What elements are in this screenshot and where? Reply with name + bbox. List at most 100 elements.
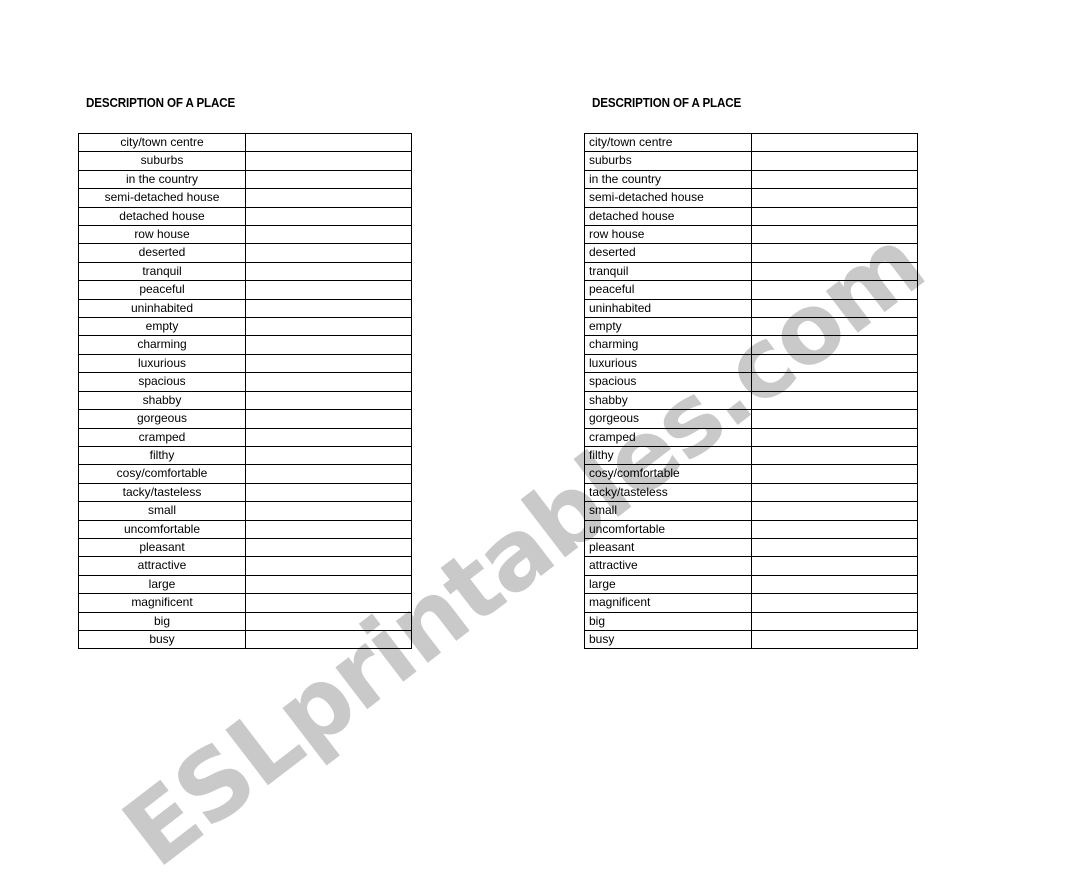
vocabulary-term-cell: tranquil [584, 261, 752, 282]
vocabulary-answer-cell[interactable] [751, 611, 918, 631]
vocabulary-answer-cell[interactable] [751, 317, 918, 337]
table-row: city/town centre [584, 132, 918, 153]
vocabulary-answer-cell[interactable] [751, 482, 918, 503]
vocabulary-answer-cell[interactable] [245, 188, 412, 208]
table-row: detached house [584, 206, 918, 227]
vocabulary-term-cell: busy [584, 629, 752, 650]
table-row: tacky/tasteless [78, 482, 412, 503]
table-row: shabby [584, 390, 918, 411]
vocabulary-answer-cell[interactable] [751, 629, 918, 650]
vocabulary-answer-cell[interactable] [751, 298, 918, 319]
vocabulary-answer-cell[interactable] [245, 556, 412, 576]
table-row: busy [78, 629, 412, 650]
vocabulary-answer-cell[interactable] [245, 243, 412, 263]
table-row: magnificent [78, 593, 412, 613]
vocabulary-answer-cell[interactable] [751, 501, 918, 521]
vocabulary-answer-cell[interactable] [245, 427, 412, 447]
vocabulary-answer-cell[interactable] [245, 482, 412, 503]
vocabulary-answer-cell[interactable] [751, 445, 918, 466]
worksheet-column-right: DESCRIPTION OF A PLACE city/town centre s… [584, 96, 918, 650]
vocabulary-term-cell: cosy/comfortable [78, 464, 246, 484]
table-row: big [584, 611, 918, 631]
table-row: gorgeous [584, 409, 918, 429]
table-row: big [78, 611, 412, 631]
vocabulary-answer-cell[interactable] [751, 390, 918, 411]
vocabulary-term-cell: pleasant [78, 537, 246, 558]
table-row: cramped [78, 427, 412, 447]
table-row: luxurious [584, 353, 918, 374]
vocabulary-answer-cell[interactable] [245, 629, 412, 650]
vocabulary-answer-cell[interactable] [245, 537, 412, 558]
vocabulary-answer-cell[interactable] [245, 390, 412, 411]
vocabulary-term-cell: attractive [78, 556, 246, 576]
table-row: row house [78, 225, 412, 245]
vocabulary-answer-cell[interactable] [245, 298, 412, 319]
worksheet-column-left: DESCRIPTION OF A PLACE city/town centre s… [78, 96, 412, 650]
vocabulary-term-cell: shabby [584, 390, 752, 411]
vocabulary-answer-cell[interactable] [751, 574, 918, 595]
vocabulary-answer-cell[interactable] [245, 501, 412, 521]
vocabulary-answer-cell[interactable] [245, 519, 412, 539]
vocabulary-answer-cell[interactable] [751, 243, 918, 263]
vocabulary-answer-cell[interactable] [245, 280, 412, 300]
vocabulary-answer-cell[interactable] [245, 574, 412, 595]
vocabulary-answer-cell[interactable] [245, 372, 412, 392]
vocabulary-term-cell: luxurious [584, 353, 752, 374]
vocabulary-answer-cell[interactable] [245, 611, 412, 631]
vocabulary-answer-cell[interactable] [245, 206, 412, 227]
vocabulary-answer-cell[interactable] [751, 225, 918, 245]
vocabulary-term-cell: gorgeous [584, 409, 752, 429]
vocabulary-answer-cell[interactable] [245, 445, 412, 466]
vocabulary-answer-cell[interactable] [751, 169, 918, 190]
table-row: large [584, 574, 918, 595]
vocabulary-answer-cell[interactable] [751, 519, 918, 539]
vocabulary-term-cell: empty [584, 317, 752, 337]
vocabulary-term-cell: busy [78, 629, 246, 650]
vocabulary-answer-cell[interactable] [245, 464, 412, 484]
vocabulary-term-cell: large [584, 574, 752, 595]
vocabulary-term-cell: deserted [78, 243, 246, 263]
vocabulary-term-cell: uncomfortable [78, 519, 246, 539]
table-row: tranquil [78, 261, 412, 282]
vocabulary-answer-cell[interactable] [245, 353, 412, 374]
vocabulary-answer-cell[interactable] [245, 409, 412, 429]
table-row: uncomfortable [78, 519, 412, 539]
vocabulary-answer-cell[interactable] [751, 353, 918, 374]
vocabulary-answer-cell[interactable] [751, 335, 918, 355]
vocabulary-term-cell: big [584, 611, 752, 631]
vocabulary-answer-cell[interactable] [751, 132, 918, 153]
vocabulary-answer-cell[interactable] [751, 427, 918, 447]
vocabulary-answer-cell[interactable] [751, 593, 918, 613]
vocabulary-answer-cell[interactable] [751, 261, 918, 282]
table-row: city/town centre [78, 132, 412, 153]
vocabulary-answer-cell[interactable] [751, 188, 918, 208]
table-row: pleasant [78, 537, 412, 558]
vocabulary-answer-cell[interactable] [751, 409, 918, 429]
vocabulary-answer-cell[interactable] [751, 151, 918, 171]
vocabulary-answer-cell[interactable] [245, 225, 412, 245]
vocabulary-term-cell: uncomfortable [584, 519, 752, 539]
vocabulary-answer-cell[interactable] [245, 335, 412, 355]
vocabulary-term-cell: spacious [584, 372, 752, 392]
table-row: deserted [78, 243, 412, 263]
vocabulary-answer-cell[interactable] [245, 151, 412, 171]
vocabulary-term-cell: small [584, 501, 752, 521]
table-row: busy [584, 629, 918, 650]
table-row: luxurious [78, 353, 412, 374]
vocabulary-answer-cell[interactable] [751, 280, 918, 300]
vocabulary-answer-cell[interactable] [245, 169, 412, 190]
vocabulary-answer-cell[interactable] [751, 556, 918, 576]
vocabulary-answer-cell[interactable] [245, 593, 412, 613]
table-row: tacky/tasteless [584, 482, 918, 503]
table-row: semi-detached house [584, 188, 918, 208]
vocabulary-answer-cell[interactable] [751, 206, 918, 227]
vocabulary-answer-cell[interactable] [245, 317, 412, 337]
vocabulary-term-cell: deserted [584, 243, 752, 263]
vocabulary-answer-cell[interactable] [245, 132, 412, 153]
vocabulary-answer-cell[interactable] [751, 372, 918, 392]
vocabulary-term-cell: magnificent [78, 593, 246, 613]
vocabulary-term-cell: charming [584, 335, 752, 355]
vocabulary-answer-cell[interactable] [751, 537, 918, 558]
vocabulary-answer-cell[interactable] [245, 261, 412, 282]
vocabulary-answer-cell[interactable] [751, 464, 918, 484]
